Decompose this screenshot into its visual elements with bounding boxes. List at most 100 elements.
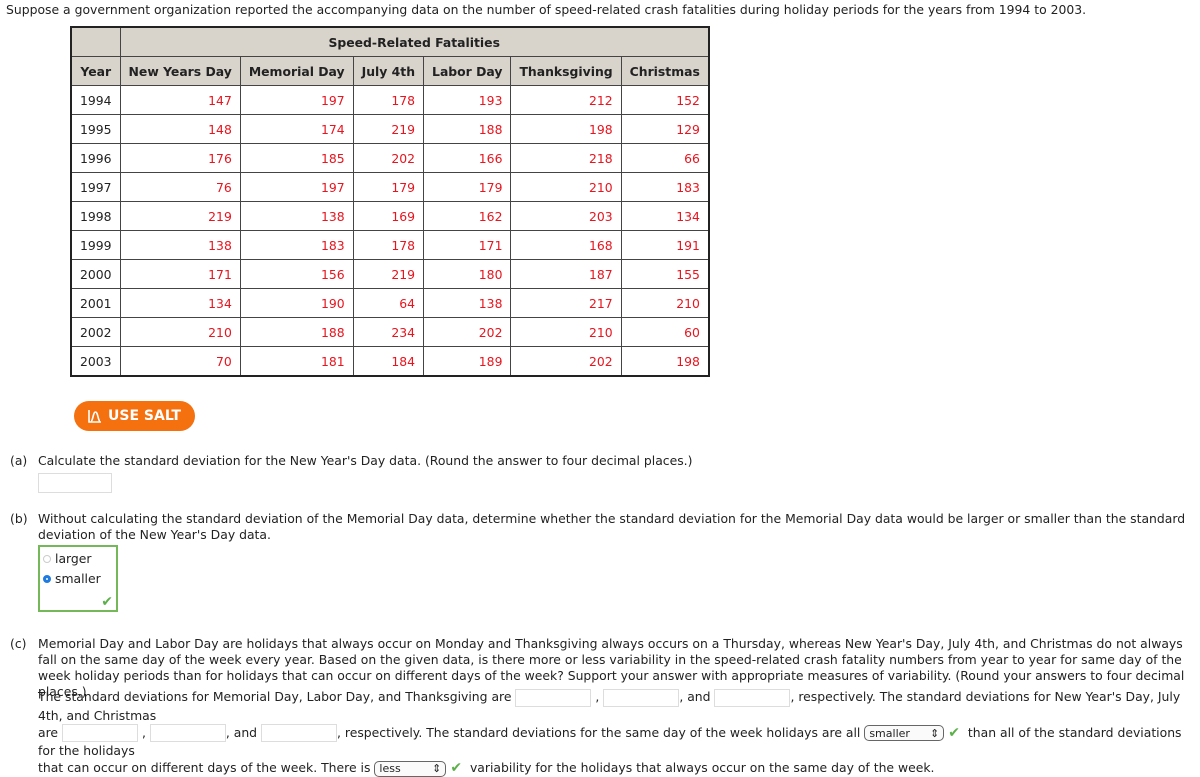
value-cell: 138 (119, 230, 241, 260)
correct-check-icon: ✔ (450, 760, 463, 776)
table-row: 1995 148 174 219 188 198 129 (70, 114, 710, 144)
value-cell: 188 (423, 114, 512, 144)
table-row: 2003 70 181 184 189 202 198 (70, 346, 710, 377)
value-cell: 185 (239, 143, 354, 173)
correct-check-icon: ✔ (101, 594, 113, 610)
sd-christmas-input[interactable] (261, 724, 338, 742)
value-cell: 60 (620, 317, 710, 347)
variability-select[interactable]: less ⇕ (374, 760, 447, 777)
value-cell: 234 (352, 317, 425, 347)
variability-select-value: less (379, 762, 401, 775)
part-c-sentence-3: , respectively. The standard deviations … (337, 724, 861, 740)
value-cell: 197 (239, 85, 354, 115)
value-cell: 212 (510, 85, 622, 115)
radio-smaller-label: smaller (55, 571, 101, 586)
sd-memorial-input[interactable] (515, 688, 592, 707)
year-cell: 1999 (70, 230, 121, 260)
value-cell: 187 (510, 259, 622, 289)
and-text: , and (225, 724, 258, 740)
value-cell: 148 (119, 114, 241, 144)
value-cell: 152 (620, 85, 710, 115)
value-cell: 129 (620, 114, 710, 144)
value-cell: 147 (119, 85, 241, 115)
value-cell: 138 (423, 288, 512, 318)
year-cell: 1996 (70, 143, 121, 173)
value-cell: 66 (620, 143, 710, 173)
year-cell: 2003 (70, 346, 121, 377)
value-cell: 169 (352, 201, 425, 231)
value-cell: 203 (510, 201, 622, 231)
and-text: , and (679, 689, 711, 704)
part-c-sentence-1: The standard deviations for Memorial Day… (38, 689, 512, 704)
value-cell: 155 (620, 259, 710, 289)
part-b: (b) Without calculating the standard dev… (10, 511, 1190, 543)
value-cell: 180 (423, 259, 512, 289)
year-cell: 2000 (70, 259, 121, 289)
value-cell: 183 (620, 172, 710, 202)
value-cell: 162 (423, 201, 512, 231)
part-c-sentence-6: variability for the holidays that always… (469, 760, 935, 775)
column-header: July 4th (352, 56, 425, 86)
comma-text: , (595, 689, 600, 704)
value-cell: 193 (423, 85, 512, 115)
value-cell: 210 (510, 317, 622, 347)
radio-smaller-selected[interactable] (43, 574, 51, 583)
value-cell: 171 (423, 230, 512, 260)
value-cell: 219 (352, 114, 425, 144)
value-cell: 134 (119, 288, 241, 318)
value-cell: 181 (239, 346, 354, 377)
part-c-sentence-5: that can occur on different days of the … (38, 760, 371, 775)
radio-option-smaller[interactable]: smaller (43, 571, 101, 586)
radio-larger[interactable] (43, 554, 51, 563)
select-arrows-icon: ⇕ (432, 762, 442, 775)
correct-check-icon: ✔ (948, 724, 961, 741)
year-cell: 1995 (70, 114, 121, 144)
value-cell: 179 (423, 172, 512, 202)
value-cell: 178 (352, 85, 425, 115)
corner-cell (70, 26, 121, 57)
use-salt-button[interactable]: USE SALT (74, 401, 195, 431)
value-cell: 190 (239, 288, 354, 318)
value-cell: 70 (119, 346, 241, 377)
value-cell: 198 (510, 114, 622, 144)
value-cell: 189 (423, 346, 512, 377)
intro-text: Suppose a government organization report… (6, 2, 1087, 17)
value-cell: 217 (510, 288, 622, 318)
salt-chart-icon (88, 410, 102, 423)
year-cell: 1997 (70, 172, 121, 202)
column-header: New Years Day (119, 56, 241, 86)
table-row: 2002 210 188 234 202 210 60 (70, 317, 710, 347)
year-cell: 1994 (70, 85, 121, 115)
part-c-answer-paragraph: The standard deviations for Memorial Day… (38, 688, 1188, 777)
value-cell: 197 (239, 172, 354, 202)
sd-july4-input[interactable] (149, 724, 226, 742)
part-a-answer-input[interactable] (38, 473, 112, 493)
year-cell: 2001 (70, 288, 121, 318)
sd-newyears-input[interactable] (62, 724, 138, 742)
table-row: 2000 171 156 219 180 187 155 (70, 259, 710, 289)
comparison-select-value: smaller (869, 726, 910, 740)
table-row: 1999 138 183 178 171 168 191 (70, 230, 710, 260)
value-cell: 183 (239, 230, 354, 260)
comma-text: , (141, 724, 146, 740)
select-arrows-icon: ⇕ (930, 726, 940, 740)
radio-option-larger[interactable]: larger (43, 551, 92, 566)
value-cell: 202 (352, 143, 425, 173)
sd-thanksgiving-input[interactable] (714, 688, 791, 707)
part-c-label: (c) (10, 636, 27, 651)
part-b-radio-group: larger smaller ✔ (38, 545, 118, 612)
column-header: Labor Day (423, 56, 512, 86)
comparison-select[interactable]: smaller ⇕ (864, 725, 945, 741)
table-row: 1994 147 197 178 193 212 152 (70, 85, 710, 115)
value-cell: 174 (239, 114, 354, 144)
radio-larger-label: larger (55, 551, 92, 566)
part-b-label: (b) (10, 511, 28, 526)
value-cell: 191 (620, 230, 710, 260)
use-salt-label: USE SALT (108, 408, 181, 424)
value-cell: 219 (119, 201, 241, 231)
value-cell: 218 (510, 143, 622, 173)
part-a: (a) Calculate the standard deviation for… (10, 453, 1190, 493)
sd-labor-input[interactable] (603, 688, 680, 707)
value-cell: 202 (510, 346, 622, 377)
year-cell: 1998 (70, 201, 121, 231)
